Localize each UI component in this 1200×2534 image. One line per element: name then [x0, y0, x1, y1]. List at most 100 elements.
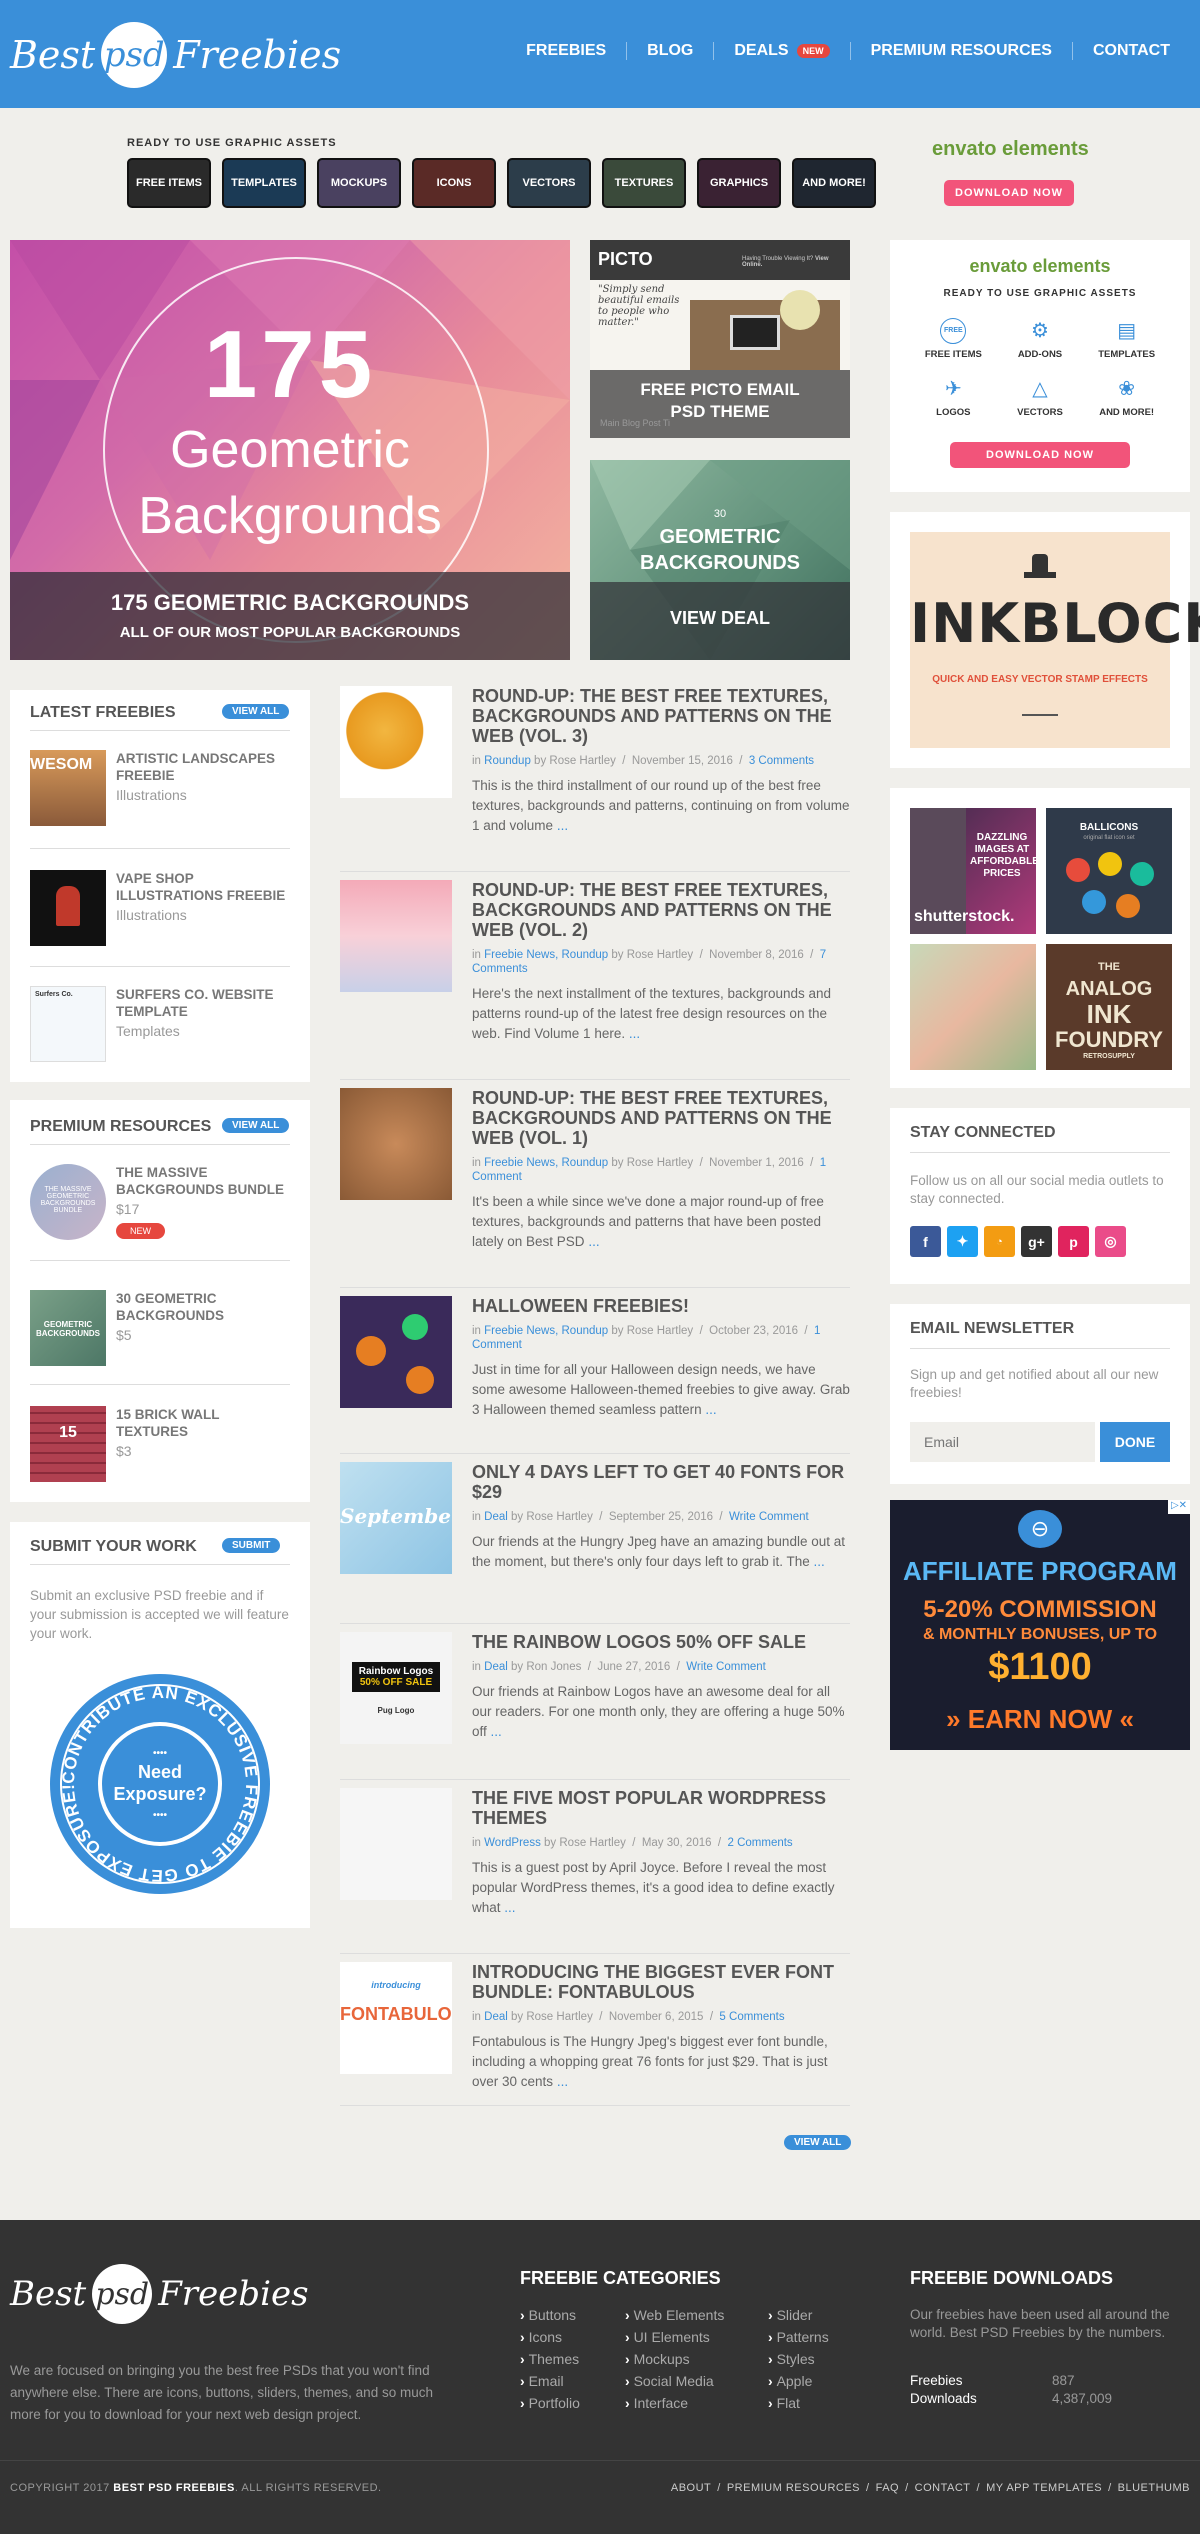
ad-choices-icon[interactable]: ▷✕: [1168, 1500, 1190, 1514]
posts-viewall-button[interactable]: VIEW ALL: [784, 2135, 852, 2150]
tile-mockups[interactable]: MOCKUPS: [317, 158, 401, 208]
hero-picto[interactable]: PICTO Having Trouble Viewing It? View On…: [590, 240, 850, 438]
latest-item[interactable]: Surfers Co. SURFERS CO. WEBSITE TEMPLATE…: [30, 986, 290, 1062]
facebook-icon[interactable]: f: [910, 1226, 941, 1257]
premium-item[interactable]: 15 15 BRICK WALL TEXTURES $3: [30, 1406, 290, 1482]
post-title[interactable]: INTRODUCING THE BIGGEST EVER FONT BUNDLE…: [472, 1962, 850, 2002]
post-thumbnail[interactable]: introducing FONTABULOU: [340, 1962, 452, 2074]
nav-contact[interactable]: CONTACT: [1071, 42, 1190, 60]
envato-logo[interactable]: envato elements: [932, 138, 1089, 161]
post-title[interactable]: THE RAINBOW LOGOS 50% OFF SALE: [472, 1632, 850, 1652]
post-category-link[interactable]: WordPress: [484, 1837, 541, 1849]
footer-cat-link[interactable]: Web Elements: [625, 2304, 725, 2326]
rss-icon[interactable]: ◔: [984, 1226, 1015, 1257]
post-category-link[interactable]: Deal: [484, 1661, 508, 1673]
post-thumbnail[interactable]: [340, 1788, 452, 1900]
read-more-link[interactable]: ...: [557, 818, 568, 833]
nav-freebies[interactable]: FREEBIES: [506, 42, 626, 60]
tile-free-items[interactable]: FREE ITEMS: [127, 158, 211, 208]
post-category-link[interactable]: Deal: [484, 1511, 508, 1523]
post-comments-link[interactable]: 5 Comments: [719, 2011, 784, 2023]
post-thumbnail[interactable]: [340, 1296, 452, 1408]
footer-link-premium[interactable]: PREMIUM RESOURCES: [727, 2482, 860, 2494]
post-thumbnail[interactable]: [340, 880, 452, 992]
footer-cat-link[interactable]: Icons: [520, 2326, 580, 2348]
post-title[interactable]: ONLY 4 DAYS LEFT TO GET 40 FONTS FOR $29: [472, 1462, 850, 1502]
post-category-link[interactable]: Freebie News, Roundup: [484, 1325, 608, 1337]
post-title[interactable]: ROUND-UP: THE BEST FREE TEXTURES, BACKGR…: [472, 686, 850, 746]
footer-cat-link[interactable]: Buttons: [520, 2304, 580, 2326]
tile-graphics[interactable]: GRAPHICS: [697, 158, 781, 208]
affiliate-ad[interactable]: ▷✕ ⊖ AFFILIATE PROGRAM 5-20% COMMISSION …: [890, 1500, 1190, 1750]
footer-cat-link[interactable]: Flat: [768, 2392, 829, 2414]
envato-item-more[interactable]: ❀ AND MORE!: [1083, 376, 1170, 418]
exposure-badge[interactable]: CONTRIBUTE AN EXCLUSIVE FREEBIE TO GET E…: [48, 1672, 272, 1896]
nav-premium-resources[interactable]: PREMIUM RESOURCES: [849, 42, 1072, 60]
post-thumbnail[interactable]: Rainbow Logos 50% OFF SALE Pug Logo: [340, 1632, 452, 1744]
envato-panel-logo[interactable]: envato elements: [890, 256, 1190, 277]
post-thumbnail[interactable]: September: [340, 1462, 452, 1574]
envato-download-button[interactable]: DOWNLOAD NOW: [944, 180, 1074, 206]
premium-item[interactable]: GEOMETRIC BACKGROUNDS 30 GEOMETRIC BACKG…: [30, 1290, 290, 1366]
submit-button[interactable]: SUBMIT: [222, 1538, 281, 1553]
post-title[interactable]: THE FIVE MOST POPULAR WORDPRESS THEMES: [472, 1788, 850, 1828]
google-plus-icon[interactable]: g+: [1021, 1226, 1052, 1257]
ad-geometric[interactable]: [910, 944, 1036, 1070]
ad-analog-ink[interactable]: THE ANALOG INK FOUNDRY RETROSUPPLY: [1046, 944, 1172, 1070]
footer-link-about[interactable]: ABOUT: [671, 2482, 711, 2494]
footer-logo[interactable]: Best psd Freebies: [10, 2264, 309, 2324]
post-category-link[interactable]: Roundup: [484, 755, 531, 767]
footer-cat-link[interactable]: Portfolio: [520, 2392, 580, 2414]
footer-cat-link[interactable]: Patterns: [768, 2326, 829, 2348]
envato-item-templates[interactable]: ▤ TEMPLATES: [1083, 318, 1170, 360]
envato-item-vectors[interactable]: △ VECTORS: [997, 376, 1084, 418]
read-more-link[interactable]: ...: [491, 1724, 502, 1739]
envato-item-addons[interactable]: ⚙ ADD-ONS: [997, 318, 1084, 360]
inkblock-ad[interactable]: INKBLOCK QUICK AND EASY VECTOR STAMP EFF…: [910, 532, 1200, 748]
footer-cat-link[interactable]: Slider: [768, 2304, 829, 2326]
footer-cat-link[interactable]: Email: [520, 2370, 580, 2392]
premium-viewall-button[interactable]: VIEW ALL: [222, 1118, 290, 1133]
post-title[interactable]: ROUND-UP: THE BEST FREE TEXTURES, BACKGR…: [472, 880, 850, 940]
post-category-link[interactable]: Freebie News, Roundup: [484, 949, 608, 961]
post-comments-link[interactable]: Write Comment: [729, 1511, 809, 1523]
footer-link-bluethumb[interactable]: BLUETHUMB: [1118, 2482, 1190, 2494]
envato-panel-download-button[interactable]: DOWNLOAD NOW: [950, 442, 1130, 468]
ad-shutterstock[interactable]: DAZZLING IMAGES AT AFFORDABLE PRICES shutte…: [910, 808, 1036, 934]
tile-icons[interactable]: ICONS: [412, 158, 496, 208]
post-category-link[interactable]: Deal: [484, 2011, 508, 2023]
tile-vectors[interactable]: VECTORS: [507, 158, 591, 208]
latest-item[interactable]: VAPE SHOP ILLUSTRATIONS FREEBIE Illustrat…: [30, 870, 290, 946]
footer-cat-link[interactable]: Interface: [625, 2392, 724, 2414]
post-title[interactable]: HALLOWEEN FREEBIES!: [472, 1296, 850, 1316]
nav-blog[interactable]: BLOG: [626, 42, 713, 60]
footer-cat-link[interactable]: UI Elements: [625, 2326, 724, 2348]
read-more-link[interactable]: ...: [814, 1554, 825, 1569]
pinterest-icon[interactable]: p: [1058, 1226, 1089, 1257]
footer-cat-link[interactable]: Apple: [768, 2370, 829, 2392]
read-more-link[interactable]: ...: [705, 1402, 716, 1417]
latest-item[interactable]: WESOM ARTISTIC LANDSCAPES FREEBIE Illustr…: [30, 750, 290, 826]
post-category-link[interactable]: Freebie News, Roundup: [484, 1157, 608, 1169]
footer-cat-link[interactable]: Styles: [768, 2348, 829, 2370]
post-thumbnail[interactable]: [340, 686, 452, 798]
post-thumbnail[interactable]: [340, 1088, 452, 1200]
tile-textures[interactable]: TEXTURES: [602, 158, 686, 208]
newsletter-done-button[interactable]: DONE: [1100, 1422, 1170, 1462]
footer-link-app-templates[interactable]: MY APP TEMPLATES: [986, 2482, 1102, 2494]
tile-and-more[interactable]: AND MORE!: [792, 158, 876, 208]
read-more-link[interactable]: ...: [629, 1026, 640, 1041]
tile-templates[interactable]: TEMPLATES: [222, 158, 306, 208]
read-more-link[interactable]: ...: [588, 1234, 599, 1249]
premium-item[interactable]: THE MASSIVE GEOMETRIC BACKGROUNDS BUNDLE…: [30, 1164, 290, 1240]
footer-link-faq[interactable]: FAQ: [876, 2482, 900, 2494]
hero-deal[interactable]: 30 GEOMETRIC BACKGROUNDS VIEW DEAL: [590, 460, 850, 660]
post-comments-link[interactable]: Write Comment: [686, 1661, 766, 1673]
hero-geometric-backgrounds[interactable]: 175 Geometric Backgrounds 175 GEOMETRIC …: [10, 240, 570, 660]
envato-item-free[interactable]: FREE FREE ITEMS: [910, 318, 997, 360]
twitter-icon[interactable]: ✦: [947, 1226, 978, 1257]
read-more-link[interactable]: ...: [504, 1900, 515, 1915]
latest-viewall-button[interactable]: VIEW ALL: [222, 704, 290, 719]
footer-cat-link[interactable]: Mockups: [625, 2348, 724, 2370]
footer-cat-link[interactable]: Social Media: [625, 2370, 724, 2392]
